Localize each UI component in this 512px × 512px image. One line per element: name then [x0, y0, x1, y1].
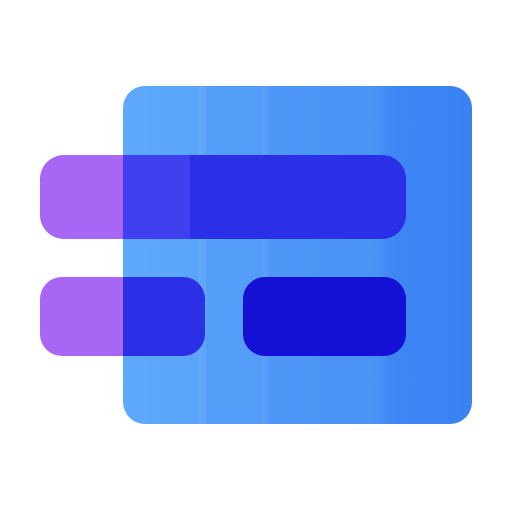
bottom-left-bar-blue-segment: [123, 277, 205, 356]
background-card: [123, 86, 472, 424]
stacked-bars-card-icon: [40, 86, 472, 424]
bottom-left-bar-purple-segment: [40, 277, 123, 356]
logo-canvas: [0, 0, 512, 512]
top-bar-overlap-segment: [123, 155, 191, 239]
bottom-right-bar: [243, 277, 406, 356]
top-bar-left-segment: [40, 155, 123, 239]
top-bar-right-segment: [190, 155, 406, 239]
